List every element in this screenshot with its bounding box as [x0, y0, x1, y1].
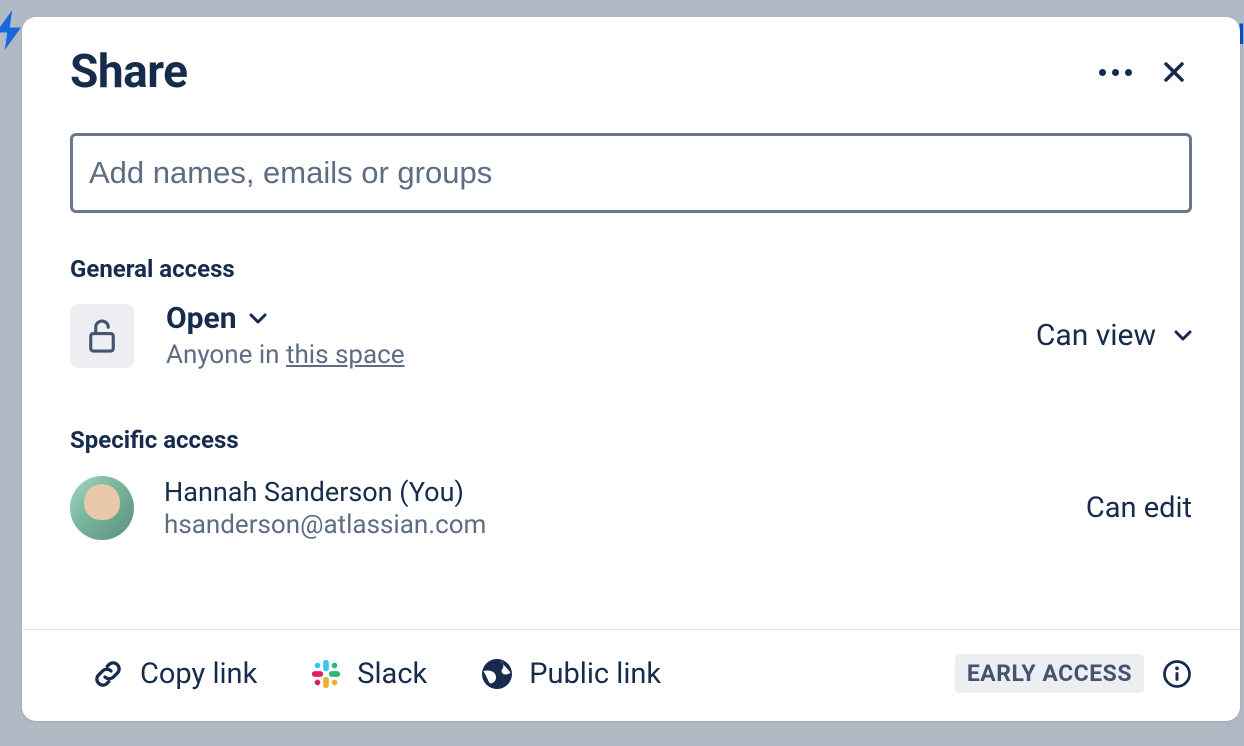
- copy-link-button[interactable]: Copy link: [90, 656, 257, 692]
- access-sub-text: Anyone in this space: [166, 340, 405, 370]
- chevron-down-icon: [1174, 330, 1192, 342]
- globe-icon: [479, 656, 515, 692]
- close-button[interactable]: [1162, 60, 1186, 84]
- general-permission-label: Can view: [1036, 318, 1156, 353]
- general-permission-dropdown[interactable]: Can view: [1036, 318, 1192, 353]
- unlock-icon-container: [70, 304, 134, 368]
- early-access-badge: EARLY ACCESS: [955, 654, 1144, 693]
- slack-icon: [309, 657, 343, 691]
- share-dialog: Share General access: [22, 17, 1240, 721]
- dialog-footer: Copy link Slack: [22, 629, 1240, 721]
- slack-label: Slack: [357, 657, 427, 691]
- public-link-button[interactable]: Public link: [479, 656, 661, 692]
- access-level-dropdown[interactable]: Open: [166, 301, 405, 336]
- close-icon: [1162, 60, 1186, 84]
- slack-button[interactable]: Slack: [309, 657, 427, 691]
- more-button[interactable]: [1099, 69, 1132, 76]
- dialog-header: Share: [22, 17, 1240, 99]
- user-email: hsanderson@atlassian.com: [164, 510, 486, 540]
- general-access-label: General access: [70, 255, 1192, 283]
- user-permission-label: Can edit: [1086, 491, 1192, 525]
- link-icon: [90, 656, 126, 692]
- specific-access-label: Specific access: [70, 426, 1192, 454]
- copy-link-label: Copy link: [140, 657, 257, 691]
- user-name: Hannah Sanderson (You): [164, 476, 486, 508]
- public-link-label: Public link: [529, 657, 661, 691]
- user-row: Hannah Sanderson (You) hsanderson@atlass…: [70, 476, 1192, 540]
- access-sub-prefix: Anyone in: [166, 340, 286, 370]
- unlock-icon: [87, 318, 117, 354]
- chevron-down-icon: [249, 313, 267, 325]
- access-level-label: Open: [166, 301, 237, 336]
- more-icon: [1099, 69, 1132, 76]
- info-icon[interactable]: [1162, 659, 1192, 689]
- general-access-row: Open Anyone in this space Can view: [70, 301, 1192, 370]
- add-people-input[interactable]: [70, 133, 1192, 213]
- space-link[interactable]: this space: [286, 340, 405, 370]
- dialog-title: Share: [70, 45, 187, 99]
- header-actions: [1099, 60, 1186, 84]
- avatar: [70, 476, 134, 540]
- dialog-body: General access Open Anyone in this space: [22, 99, 1240, 599]
